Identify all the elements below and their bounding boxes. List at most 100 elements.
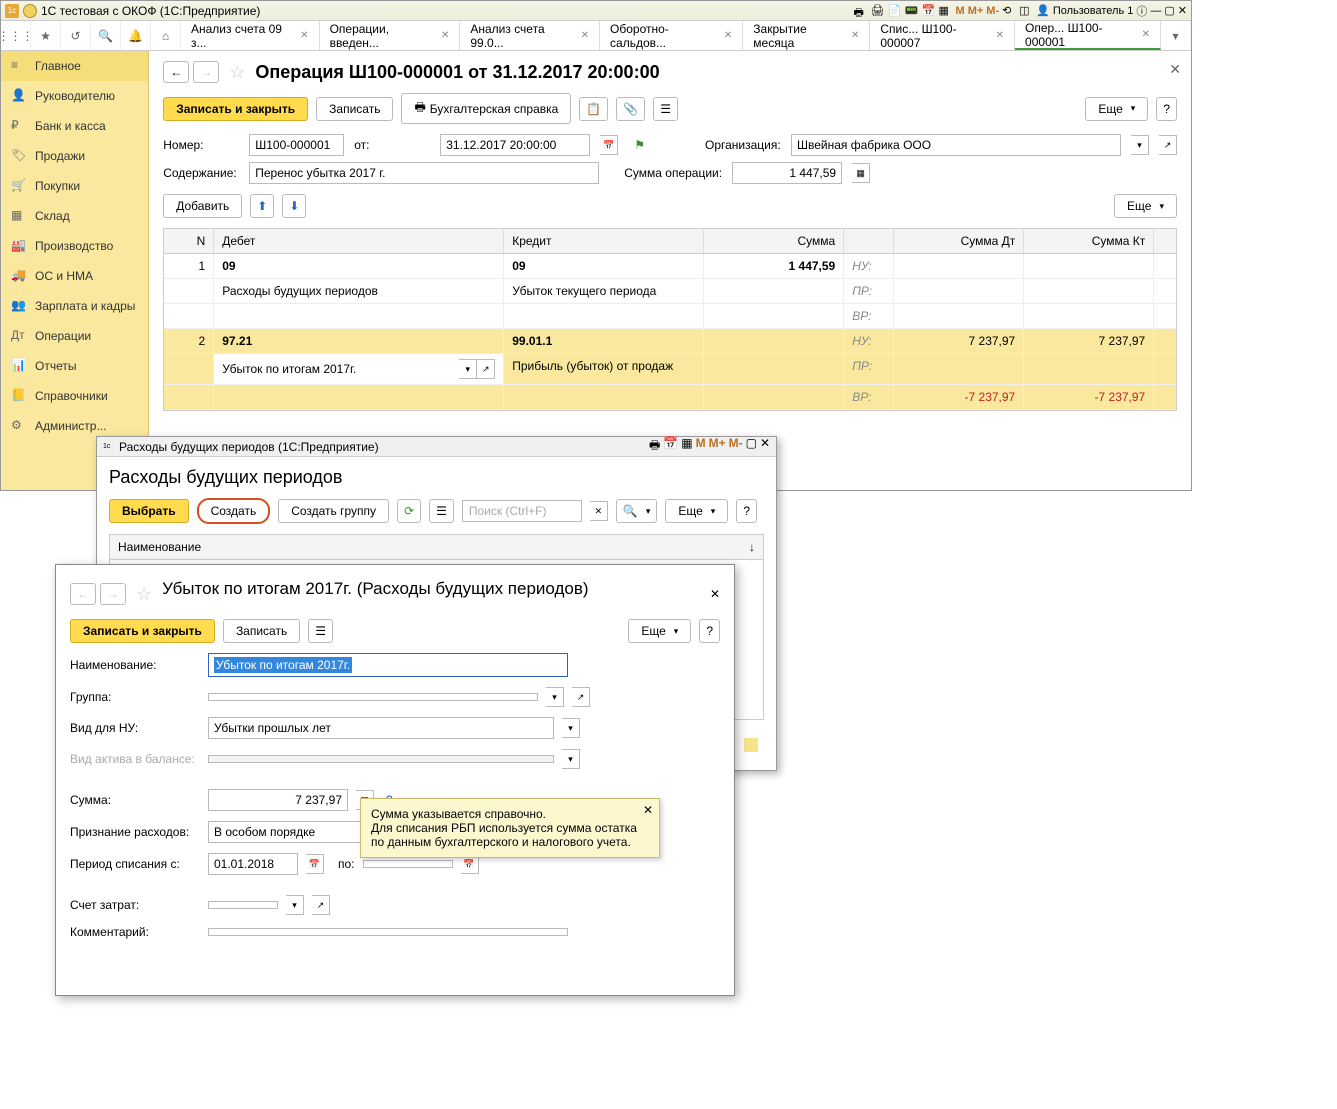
th-n[interactable]: N (164, 229, 214, 253)
mem-m[interactable]: M (956, 5, 965, 17)
period-to-field[interactable] (363, 860, 453, 868)
print-icon[interactable]: 🖶 (649, 436, 660, 457)
sub-more-button[interactable]: Еще (665, 499, 728, 523)
add-button[interactable]: Добавить (163, 194, 242, 218)
printer-icon[interactable]: 🖨 (871, 4, 885, 18)
maximize-icon[interactable]: ▢ (1164, 4, 1174, 17)
search-dd-button[interactable]: 🔍 (616, 499, 657, 523)
mem-mp[interactable]: M+ (968, 5, 984, 17)
calendar-icon[interactable]: 📅 (663, 436, 678, 457)
info-icon[interactable]: ⓘ (1136, 3, 1147, 19)
content-field[interactable]: Перенос убытка 2017 г. (249, 162, 599, 184)
group-open-icon[interactable]: ↗ (572, 687, 590, 707)
sidebar-item-operations[interactable]: ДтОперации (1, 321, 148, 351)
sidebar-item-production[interactable]: 🏭Производство (1, 231, 148, 261)
table-row[interactable]: 1 09 09 1 447,59 НУ: (164, 254, 1176, 279)
sub-help-button[interactable]: ? (736, 499, 757, 523)
calendar-icon[interactable]: 📅 (600, 135, 618, 155)
nu-dd-icon[interactable]: ▾ (562, 718, 580, 738)
table-row[interactable]: Убыток по итогам 2017г.▾↗ Прибыль (убыто… (164, 354, 1176, 385)
group-dd-icon[interactable]: ▾ (546, 687, 564, 707)
refresh-button[interactable]: ⟳ (397, 499, 421, 523)
tab-close-icon[interactable]: ✕ (1142, 29, 1150, 40)
sidebar-item-reports[interactable]: 📊Отчеты (1, 351, 148, 381)
select-button[interactable]: Выбрать (109, 499, 189, 523)
table-row[interactable]: ВР: (164, 304, 1176, 329)
tab-3[interactable]: Оборотно-сальдов...✕ (600, 21, 743, 50)
tab-0[interactable]: Анализ счета 09 з...✕ (181, 21, 320, 50)
sidebar-item-bank[interactable]: ₽Банк и касса (1, 111, 148, 141)
search-icon[interactable]: 🔍 (91, 21, 121, 50)
detail-more-button[interactable]: Еще (628, 619, 691, 643)
detail-help-button[interactable]: ? (699, 619, 720, 643)
list-mode-button[interactable]: ☰ (429, 499, 454, 523)
tooltip-close-icon[interactable]: ✕ (643, 803, 653, 817)
list-button[interactable]: ☰ (308, 619, 333, 643)
back-icon[interactable]: ⟲ (1002, 4, 1016, 18)
sidebar-item-purchases[interactable]: 🛒Покупки (1, 171, 148, 201)
tab-5[interactable]: Спис... Ш100-000007✕ (870, 21, 1015, 50)
sidebar-item-main[interactable]: ≡Главное (1, 51, 148, 81)
close-icon[interactable]: ✕ (1178, 4, 1187, 17)
mem-mm[interactable]: M- (729, 436, 743, 457)
move-down-button[interactable]: ⬇ (282, 194, 306, 218)
th-sum[interactable]: Сумма (704, 229, 844, 253)
number-field[interactable]: Ш100-000001 (249, 134, 344, 156)
table-row[interactable]: ВР: -7 237,97 -7 237,97 (164, 385, 1176, 410)
print-icon[interactable]: 🖶 (854, 4, 868, 18)
help-button[interactable]: ? (1156, 97, 1177, 121)
doc-icon[interactable]: 📄 (888, 4, 902, 18)
maximize-icon[interactable]: ▢ (746, 436, 757, 457)
move-up-button[interactable]: ⬆ (250, 194, 274, 218)
tab-close-icon[interactable]: ✕ (851, 30, 859, 41)
name-field[interactable]: Убыток по итогам 2017г. (208, 653, 568, 677)
period-from-field[interactable]: 01.01.2018 (208, 853, 298, 875)
nav-fwd-button[interactable]: → (100, 583, 126, 605)
list-button[interactable]: ☰ (653, 97, 678, 121)
tab-2[interactable]: Анализ счета 99.0...✕ (460, 21, 600, 50)
panel-icon[interactable]: ◫ (1019, 4, 1033, 18)
tab-close-icon[interactable]: ✕ (300, 30, 308, 41)
sidebar-item-catalogs[interactable]: 📒Справочники (1, 381, 148, 411)
minimize-icon[interactable]: — (1150, 5, 1161, 17)
save-close-button[interactable]: Записать и закрыть (70, 619, 215, 643)
sidebar-item-payroll[interactable]: 👥Зарплата и кадры (1, 291, 148, 321)
sum-field[interactable]: 1 447,59 (732, 162, 842, 184)
col-name[interactable]: Наименование (118, 540, 201, 554)
org-field[interactable]: Швейная фабрика ООО (791, 134, 1121, 156)
asset-dd-icon[interactable]: ▾ (562, 749, 580, 769)
tab-1[interactable]: Операции, введен...✕ (320, 21, 461, 50)
org-open-icon[interactable]: ↗ (1159, 135, 1177, 155)
detail-close-icon[interactable]: ✕ (710, 587, 720, 601)
mem-m[interactable]: M (696, 436, 706, 457)
account-open-icon[interactable]: ↗ (312, 895, 330, 915)
favorite-icon[interactable]: ☆ (229, 62, 245, 83)
save-button[interactable]: Записать (316, 97, 393, 121)
print-button[interactable]: 🖶Бухгалтерская справка (401, 93, 571, 124)
nav-fwd-button[interactable]: → (193, 61, 219, 83)
period-from-cal-icon[interactable]: 📅 (306, 854, 324, 874)
nav-back-button[interactable]: ← (163, 61, 189, 83)
th-kt[interactable]: Сумма Кт (1024, 229, 1154, 253)
date-field[interactable]: 31.12.2017 20:00:00 (440, 134, 590, 156)
cell-dd-icon[interactable]: ▾ (459, 359, 477, 379)
attach-button[interactable]: 📎 (616, 97, 645, 121)
create-group-button[interactable]: Создать группу (278, 499, 389, 523)
search-input[interactable]: Поиск (Ctrl+F) (462, 500, 582, 522)
flag-icon[interactable]: ⚑ (634, 138, 645, 152)
sidebar-item-assets[interactable]: 🚚ОС и НМА (1, 261, 148, 291)
table-row[interactable]: 2 97.21 99.01.1 НУ: 7 237,97 7 237,97 (164, 329, 1176, 354)
save-close-button[interactable]: Записать и закрыть (163, 97, 308, 121)
nu-field[interactable]: Убытки прошлых лет (208, 717, 554, 739)
group-field[interactable] (208, 693, 538, 701)
cell-open-icon[interactable]: ↗ (477, 359, 495, 379)
create-button[interactable]: Создать (197, 498, 271, 524)
account-field[interactable] (208, 901, 278, 909)
sidebar-item-manager[interactable]: 👤Руководителю (1, 81, 148, 111)
sidebar-item-sales[interactable]: 🏷Продажи (1, 141, 148, 171)
sum-field[interactable]: 7 237,97 (208, 789, 348, 811)
account-dd-icon[interactable]: ▾ (286, 895, 304, 915)
tab-6[interactable]: Опер... Ш100-000001✕ (1015, 21, 1161, 50)
calendar-icon[interactable]: 📅 (922, 4, 936, 18)
apps-icon[interactable]: ⋮⋮⋮ (1, 21, 31, 50)
